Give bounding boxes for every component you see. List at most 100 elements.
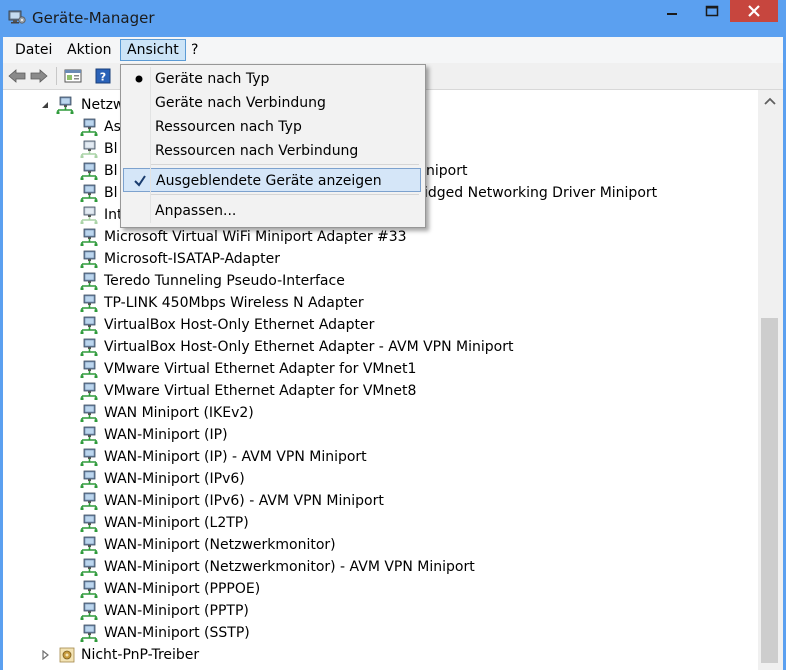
tree-item-label: Bl	[104, 163, 118, 179]
ansicht-dropdown-menu: Geräte nach Typ Geräte nach Verbindung Res…	[120, 64, 426, 228]
network-adapter-icon	[80, 360, 98, 378]
dropdown-item[interactable]: Geräte nach Typ	[123, 67, 421, 91]
dropdown-item[interactable]: Ressourcen nach Verbindung	[123, 139, 421, 163]
tree-item[interactable]: Microsoft-ISATAP-Adapter	[3, 248, 743, 270]
tree-item-label: VirtualBox Host-Only Ethernet Adapter - …	[104, 339, 514, 355]
network-adapter-icon	[56, 96, 74, 114]
tree-item-label: WAN-Miniport (IP)	[104, 427, 228, 443]
network-adapter-icon	[80, 448, 98, 466]
tree-item[interactable]: WAN-Miniport (L2TP)	[3, 512, 743, 534]
menu-aktion[interactable]: Aktion	[61, 40, 118, 60]
tree-item[interactable]: WAN-Miniport (Netzwerkmonitor)	[3, 534, 743, 556]
collapse-icon[interactable]	[40, 100, 50, 110]
back-arrow-icon	[8, 69, 26, 83]
properties-icon	[64, 69, 82, 83]
dropdown-item-label: Geräte nach Verbindung	[155, 95, 326, 111]
dropdown-item[interactable]: Geräte nach Verbindung	[123, 91, 421, 115]
tree-item-label: WAN-Miniport (IPv6) - AVM VPN Miniport	[104, 493, 384, 509]
dropdown-item[interactable]: Ressourcen nach Typ	[123, 115, 421, 139]
network-adapter-icon	[80, 492, 98, 510]
network-adapter-icon	[80, 470, 98, 488]
device-manager-window: Geräte-Manager Datei Aktion Ansicht ? ? …	[0, 0, 786, 670]
menu-datei[interactable]: Datei	[9, 40, 58, 60]
tree-item[interactable]: WAN-Miniport (SSTP)	[3, 622, 743, 644]
close-button[interactable]	[730, 0, 778, 22]
network-adapter-icon	[80, 316, 98, 334]
tree-category-label: Nicht-PnP-Treiber	[81, 647, 200, 663]
tree-item[interactable]: WAN-Miniport (PPPOE)	[3, 578, 743, 600]
toolbar-separator	[56, 67, 57, 85]
tree-item[interactable]: WAN-Miniport (IPv6)	[3, 468, 743, 490]
close-icon	[748, 5, 760, 17]
network-adapter-icon	[80, 382, 98, 400]
tree-item[interactable]: WAN-Miniport (IPv6) - AVM VPN Miniport	[3, 490, 743, 512]
tree-item[interactable]: WAN-Miniport (IP) - AVM VPN Miniport	[3, 446, 743, 468]
menu-ansicht[interactable]: Ansicht	[120, 39, 186, 61]
maximize-icon	[705, 5, 719, 17]
menu-separator	[151, 164, 419, 165]
tree-item[interactable]: Teredo Tunneling Pseudo-Interface	[3, 270, 743, 292]
network-adapter-icon	[80, 558, 98, 576]
network-adapter-icon	[80, 140, 98, 158]
dropdown-item-label: Anpassen...	[155, 203, 237, 219]
network-adapter-icon	[80, 162, 98, 180]
tree-item[interactable]: WAN-Miniport (IP)	[3, 424, 743, 446]
back-button[interactable]	[8, 67, 26, 85]
tree-item[interactable]: VMware Virtual Ethernet Adapter for VMne…	[3, 380, 743, 402]
tree-item-label: VMware Virtual Ethernet Adapter for VMne…	[104, 383, 417, 399]
menu-help[interactable]: ?	[185, 40, 204, 60]
dropdown-item-label: Geräte nach Typ	[155, 71, 270, 87]
tree-item-label: TP-LINK 450Mbps Wireless N Adapter	[104, 295, 364, 311]
expand-icon[interactable]	[40, 650, 50, 660]
vertical-scrollbar[interactable]	[758, 90, 783, 670]
dropdown-item-label: Ressourcen nach Verbindung	[155, 143, 359, 159]
tree-item-label: Microsoft-ISATAP-Adapter	[104, 251, 280, 267]
network-adapter-icon	[80, 184, 98, 202]
forward-button[interactable]	[30, 67, 48, 85]
dropdown-item[interactable]: Anpassen...	[123, 199, 421, 223]
tree-item[interactable]: WAN Miniport (IKEv2)	[3, 402, 743, 424]
tree-item-label: WAN Miniport (IKEv2)	[104, 405, 254, 421]
minimize-button[interactable]	[650, 0, 694, 22]
network-adapter-icon	[80, 206, 98, 224]
tree-item-label: WAN-Miniport (IP) - AVM VPN Miniport	[104, 449, 367, 465]
properties-button[interactable]	[64, 67, 82, 85]
tree-item-label: Bl	[104, 141, 118, 157]
tree-item[interactable]: Microsoft Virtual WiFi Miniport Adapter …	[3, 226, 743, 248]
tree-item[interactable]: VirtualBox Host-Only Ethernet Adapter	[3, 314, 743, 336]
network-adapter-icon	[80, 228, 98, 246]
tree-item-label: VMware Virtual Ethernet Adapter for VMne…	[104, 361, 417, 377]
scroll-thumb[interactable]	[761, 318, 778, 663]
tree-item[interactable]: VirtualBox Host-Only Ethernet Adapter - …	[3, 336, 743, 358]
tree-item-label: WAN-Miniport (L2TP)	[104, 515, 249, 531]
maximize-button[interactable]	[694, 0, 730, 22]
tree-item-label: WAN-Miniport (IPv6)	[104, 471, 245, 487]
tree-item-label-tail: niport	[426, 163, 468, 179]
tree-category-non-pnp[interactable]: Nicht-PnP-Treiber	[3, 644, 743, 666]
tree-item[interactable]: WAN-Miniport (PPTP)	[3, 600, 743, 622]
network-adapter-icon	[80, 580, 98, 598]
scroll-up-icon[interactable]	[763, 96, 777, 106]
title-bar[interactable]: Geräte-Manager	[0, 0, 786, 36]
help-button[interactable]: ?	[94, 67, 112, 85]
tree-item[interactable]: WAN-Miniport (Netzwerkmonitor) - AVM VPN…	[3, 556, 743, 578]
dropdown-item[interactable]: Ausgeblendete Geräte anzeigen	[123, 168, 421, 192]
network-adapter-icon	[80, 250, 98, 268]
network-adapter-icon	[80, 602, 98, 620]
tree-item[interactable]: TP-LINK 450Mbps Wireless N Adapter	[3, 292, 743, 314]
network-adapter-icon	[80, 624, 98, 642]
menu-bar: Datei Aktion Ansicht ?	[3, 37, 783, 63]
tree-item-label-tail: idged Networking Driver Miniport	[424, 185, 658, 201]
network-adapter-icon	[80, 118, 98, 136]
device-manager-icon	[8, 10, 26, 24]
checkmark-icon	[130, 169, 150, 201]
menu-separator	[151, 194, 419, 195]
tree-item-label: VirtualBox Host-Only Ethernet Adapter	[104, 317, 375, 333]
network-adapter-icon	[80, 426, 98, 444]
tree-item-label: Bl	[104, 185, 118, 201]
network-adapter-icon	[80, 338, 98, 356]
tree-item[interactable]: VMware Virtual Ethernet Adapter for VMne…	[3, 358, 743, 380]
network-adapter-icon	[80, 536, 98, 554]
network-adapter-icon	[80, 294, 98, 312]
tree-item-label: WAN-Miniport (PPTP)	[104, 603, 249, 619]
